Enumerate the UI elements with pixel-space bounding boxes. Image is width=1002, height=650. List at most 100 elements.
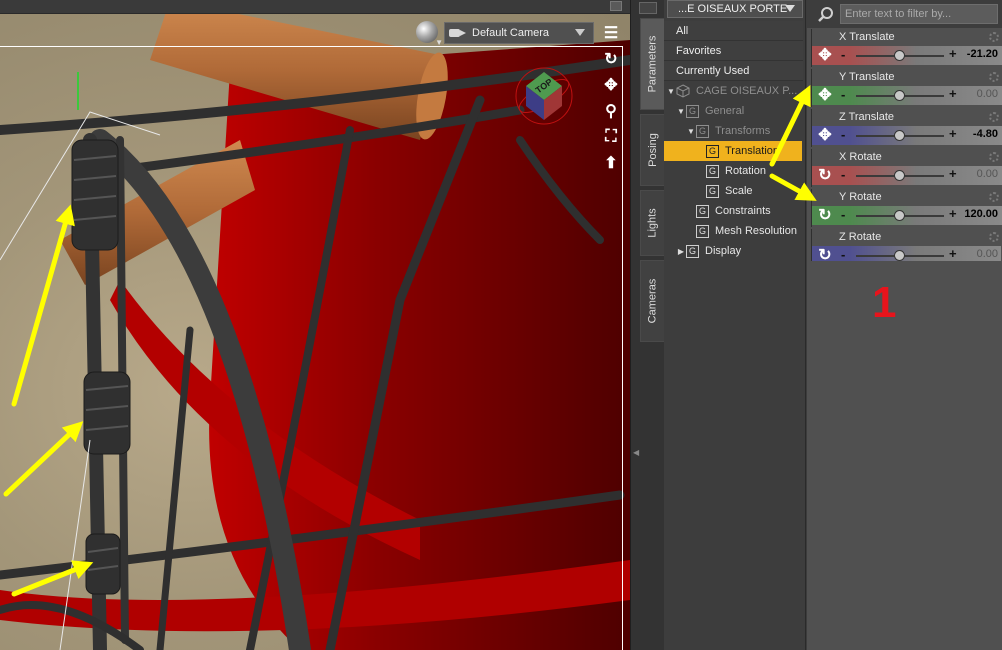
gear-icon[interactable] [989, 152, 999, 162]
rotate-icon: ↻ [818, 167, 832, 184]
slider-knob[interactable] [894, 90, 905, 101]
nav-cube[interactable]: TOP [514, 66, 574, 126]
decrement-button[interactable]: - [841, 247, 845, 261]
param-slider-row[interactable]: ↻ - + 0.00 [812, 166, 1002, 185]
tree-node-label: Transforms [715, 125, 771, 137]
filter-bar [807, 0, 1002, 28]
node-select[interactable]: ...E OISEAUX PORTE [667, 0, 803, 18]
param-slider-row[interactable]: ✥ - + -21.20 [812, 46, 1002, 65]
chevron-down-icon [785, 5, 795, 12]
category-favorites[interactable]: Favorites [664, 41, 803, 61]
param-value-field[interactable]: -4.80 [950, 128, 998, 140]
tab-label: Parameters [646, 35, 659, 93]
gear-icon[interactable] [989, 192, 999, 202]
tree-node-translation[interactable]: G Translation [664, 141, 802, 161]
param-name: Z Rotate [839, 231, 882, 243]
zoom-icon[interactable]: ⚲ [600, 100, 622, 122]
category-currently-used[interactable]: Currently Used [664, 61, 803, 81]
param-x-rotate: X Rotate ↻ - + 0.00 [811, 149, 1002, 187]
param-z-translate: Z Translate ✥ - + -4.80 [811, 109, 1002, 147]
chevron-down-icon [575, 29, 585, 36]
expand-arrow-icon[interactable]: ▼ [676, 107, 686, 116]
tab-parameters[interactable]: Parameters [640, 18, 664, 110]
tree-node-mesh-resolution[interactable]: G Mesh Resolution [664, 221, 803, 241]
param-value-field[interactable]: 120.00 [950, 208, 998, 220]
tab-posing[interactable]: Posing [640, 114, 664, 186]
tree-node-label: Translation [725, 145, 780, 157]
panel-menu-icon[interactable] [639, 2, 657, 14]
side-tab-strip: Parameters Posing Lights Cameras ◀ [630, 0, 664, 650]
collapse-handle-icon[interactable]: ◀ [633, 448, 641, 464]
menu-lines-icon[interactable]: ☰ [600, 22, 622, 44]
decrement-button[interactable]: - [841, 127, 845, 142]
tab-lights[interactable]: Lights [640, 190, 664, 256]
tree-node-constraints[interactable]: G Constraints [664, 201, 803, 221]
param-name: X Translate [839, 31, 895, 43]
param-x-translate: X Translate ✥ - + -21.20 [811, 29, 1002, 67]
viewport-options-icon[interactable] [610, 1, 622, 11]
decrement-button[interactable]: - [841, 47, 845, 62]
gear-icon[interactable] [989, 112, 999, 122]
gear-icon[interactable] [989, 72, 999, 82]
pan-icon[interactable]: ✥ [600, 74, 622, 96]
render-sphere-icon[interactable]: ▼ [416, 21, 443, 47]
slider-knob[interactable] [894, 210, 905, 221]
group-icon: G [706, 164, 719, 178]
tab-label: Posing [646, 133, 659, 167]
group-icon: G [686, 104, 699, 118]
param-value-field[interactable]: -21.20 [950, 48, 998, 60]
tree-node-general[interactable]: ▼ G General [664, 101, 803, 121]
param-name: X Rotate [839, 151, 882, 163]
reset-icon[interactable]: ⬆ [600, 152, 622, 174]
tab-cameras[interactable]: Cameras [640, 260, 664, 342]
tree-node-scale[interactable]: G Scale [664, 181, 803, 201]
tree-node-label: CAGE OISEAUX P... [696, 85, 798, 97]
expand-arrow-icon[interactable]: ▼ [666, 87, 676, 96]
tree-node-display[interactable]: ▶ G Display [664, 241, 803, 261]
param-value-field[interactable]: 0.00 [950, 168, 998, 180]
viewport-topbar [0, 0, 630, 14]
tree-node-rotation[interactable]: G Rotation [664, 161, 803, 181]
slider-knob[interactable] [894, 170, 905, 181]
decrement-button[interactable]: - [841, 87, 845, 102]
move-icon: ✥ [818, 87, 832, 104]
slider-knob[interactable] [894, 130, 905, 141]
param-name: Y Rotate [839, 191, 882, 203]
tree-node-label: Scale [725, 185, 753, 197]
camera-select[interactable]: Default Camera [444, 22, 594, 44]
rotate-icon: ↻ [818, 247, 832, 261]
camera-icon [449, 27, 467, 39]
param-slider-row[interactable]: ✥ - + -4.80 [812, 126, 1002, 145]
decrement-button[interactable]: - [841, 207, 845, 222]
group-icon: G [686, 244, 699, 258]
param-name: Y Translate [839, 71, 895, 83]
gear-icon[interactable] [989, 32, 999, 42]
annotation-number: 1 [872, 278, 897, 327]
group-icon: G [696, 204, 709, 218]
param-value-field[interactable]: 0.00 [950, 88, 998, 100]
viewport-3d[interactable]: ▼ Default Camera TOP ☰ ↻ ✥ ⚲ ⛶ ⬆ [0, 0, 630, 650]
tree-node-transforms[interactable]: ▼ G Transforms [664, 121, 803, 141]
nav-tools: ☰ ↻ ✥ ⚲ ⛶ ⬆ [598, 22, 624, 174]
group-icon: G [696, 224, 709, 238]
param-name: Z Translate [839, 111, 895, 123]
decrement-button[interactable]: - [841, 167, 845, 182]
frame-icon[interactable]: ⛶ [600, 126, 622, 148]
param-slider-row[interactable]: ✥ - + 0.00 [812, 86, 1002, 105]
expand-arrow-icon[interactable]: ▶ [676, 247, 686, 256]
param-slider-row[interactable]: ↻ - + 120.00 [812, 206, 1002, 225]
slider-knob[interactable] [894, 50, 905, 61]
filter-input[interactable] [840, 4, 998, 24]
gear-icon[interactable] [989, 232, 999, 242]
tree-node-label: Display [705, 245, 742, 257]
tab-label: Lights [646, 208, 659, 238]
param-slider-row[interactable]: ↻ - + 0.00 [812, 246, 1001, 261]
param-y-translate: Y Translate ✥ - + 0.00 [811, 69, 1002, 107]
category-all[interactable]: All [664, 21, 803, 41]
expand-arrow-icon[interactable]: ▼ [686, 127, 696, 136]
param-value-field[interactable]: 0.00 [950, 248, 998, 260]
slider-knob[interactable] [894, 250, 905, 261]
orbit-icon[interactable]: ↻ [600, 48, 622, 70]
search-icon[interactable] [817, 6, 835, 24]
tree-node-root[interactable]: ▼ CAGE OISEAUX P... [664, 81, 803, 101]
